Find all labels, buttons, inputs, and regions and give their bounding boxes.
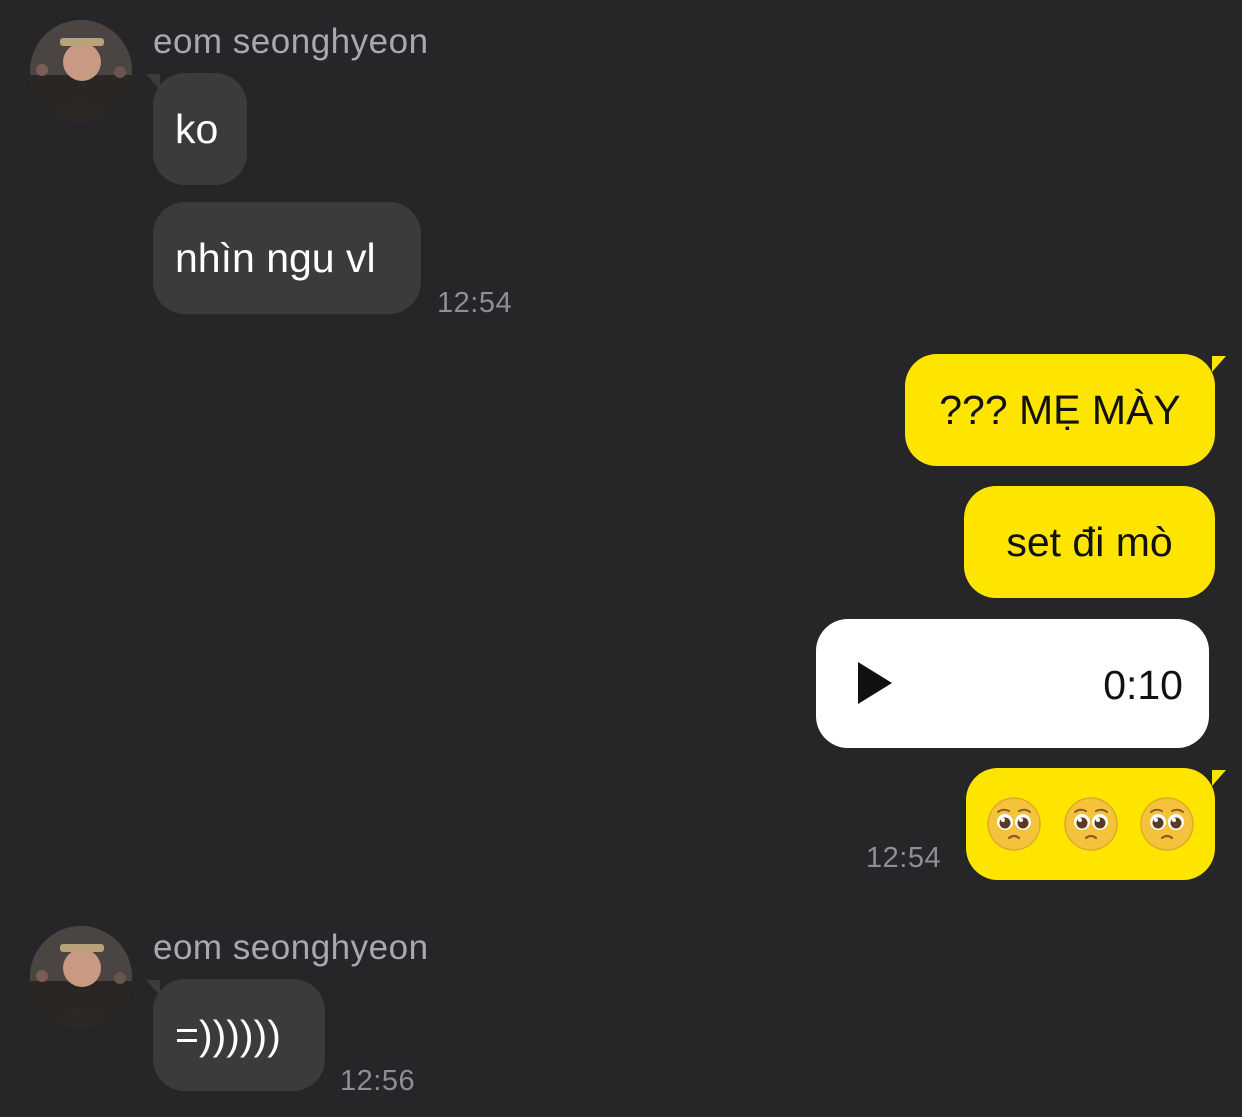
- sender-avatar[interactable]: [30, 926, 132, 1028]
- pleading-face-icon: [1140, 797, 1194, 851]
- avatar-photo: [30, 20, 132, 122]
- outgoing-message-bubble[interactable]: ??? MẸ MÀY: [905, 354, 1215, 466]
- emoji-message-bubble[interactable]: [966, 768, 1215, 880]
- sender-name: eom seonghyeon: [153, 22, 429, 61]
- sender-avatar[interactable]: [30, 20, 132, 122]
- message-timestamp: 12:56: [340, 1065, 416, 1097]
- message-text: ??? MẸ MÀY: [939, 387, 1181, 433]
- message-text: ko: [175, 106, 219, 152]
- bubble-tail: [1212, 356, 1226, 372]
- message-text: set đi mò: [1006, 519, 1173, 565]
- message-timestamp: 12:54: [866, 842, 942, 874]
- voice-duration: 0:10: [1103, 662, 1183, 708]
- sender-name: eom seonghyeon: [153, 928, 429, 967]
- message-text: =)))))): [175, 1012, 281, 1058]
- message-text: nhìn ngu vl: [175, 235, 376, 281]
- incoming-message-bubble[interactable]: nhìn ngu vl: [153, 202, 421, 314]
- outgoing-message-bubble[interactable]: set đi mò: [964, 486, 1215, 598]
- avatar-photo: [30, 926, 132, 1028]
- incoming-message-bubble[interactable]: =)))))): [153, 979, 325, 1091]
- message-timestamp: 12:54: [437, 287, 513, 319]
- pleading-face-icon: [1063, 797, 1118, 851]
- pleading-face-icon: [987, 797, 1041, 851]
- voice-message-bubble[interactable]: 0:10: [816, 619, 1209, 748]
- incoming-message-bubble[interactable]: ko: [153, 73, 247, 185]
- bubble-tail: [1212, 770, 1226, 786]
- play-icon[interactable]: [858, 662, 892, 704]
